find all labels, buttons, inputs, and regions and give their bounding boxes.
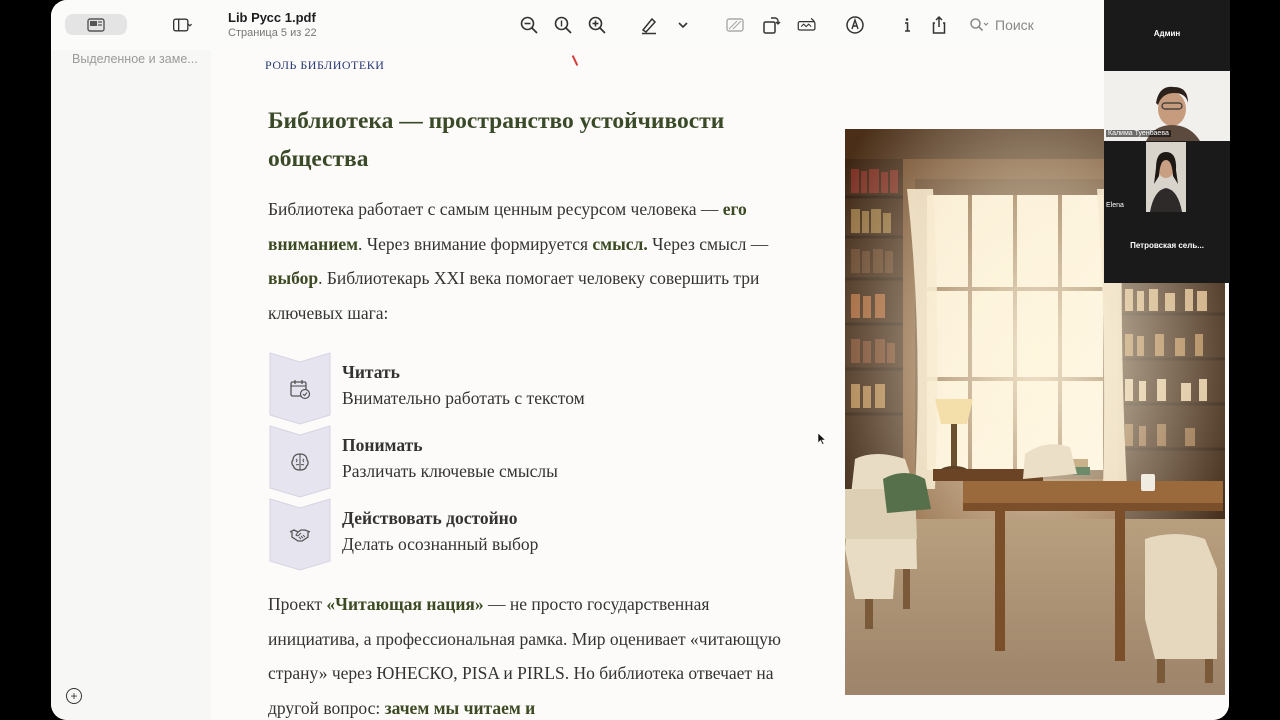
add-icon[interactable]: + bbox=[66, 688, 82, 704]
zoom-in-button[interactable] bbox=[581, 10, 613, 40]
step-title: Действовать достойно bbox=[342, 508, 518, 528]
rotate-icon bbox=[763, 17, 781, 34]
participant-admin[interactable]: Админ bbox=[1104, 0, 1230, 70]
step-title: Понимать bbox=[342, 435, 423, 455]
steps-list: Читать Внимательно работать с текстом По… bbox=[269, 352, 769, 571]
calendar-check-icon bbox=[290, 380, 311, 400]
section-label: РОЛЬ БИБЛИОТЕКИ bbox=[265, 58, 385, 72]
document-title: Lib Русс 1.pdf bbox=[228, 10, 316, 25]
bold-run: смысл. bbox=[592, 233, 648, 254]
page-heading: Библиотека — пространство устойчивости о… bbox=[268, 108, 725, 172]
bold-run: выбор bbox=[268, 268, 319, 288]
mouse-cursor-icon bbox=[818, 433, 826, 445]
sidebar-heading[interactable]: Выделенное и заме... bbox=[72, 52, 208, 66]
step-item: Читать Внимательно работать с текстом bbox=[269, 352, 769, 425]
magnifier-icon bbox=[554, 16, 572, 34]
paragraph-intro: Библиотека работает с самым ценным ресур… bbox=[268, 192, 788, 330]
share-icon bbox=[932, 15, 946, 34]
info-icon bbox=[905, 18, 910, 32]
search-placeholder: Поиск bbox=[995, 17, 1034, 33]
sidebar-thumbnail-icon bbox=[87, 17, 105, 32]
search-icon bbox=[970, 18, 989, 32]
page-indicator: Страница 5 из 22 bbox=[228, 27, 317, 39]
annotate-icon bbox=[846, 16, 864, 34]
highlight-button[interactable] bbox=[633, 10, 665, 40]
redact-button[interactable] bbox=[719, 10, 751, 40]
highlight-options-button[interactable] bbox=[667, 10, 699, 40]
markup-icon bbox=[797, 17, 816, 31]
step-description: Внимательно работать с текстом bbox=[342, 388, 585, 408]
highlighter-icon bbox=[641, 17, 657, 35]
paragraph-project: Проект «Читающая нация» — не просто госу… bbox=[268, 587, 788, 720]
zoom-out-button[interactable] bbox=[513, 10, 545, 40]
text-run: . Библиотекарь XXI века помогает человек… bbox=[268, 268, 760, 323]
annotation-mark bbox=[571, 55, 579, 66]
zoom-in-icon bbox=[588, 16, 606, 34]
step-description: Различать ключевые смыслы bbox=[342, 461, 558, 481]
actual-size-button[interactable] bbox=[547, 10, 579, 40]
pdf-page: РОЛЬ БИБЛИОТЕКИ Библиотека — пространств… bbox=[211, 50, 1229, 720]
step-description: Делать осознанный выбор bbox=[342, 534, 539, 554]
bold-run: зачем мы читаем и bbox=[384, 697, 536, 718]
zoom-out-icon bbox=[520, 16, 538, 34]
step-item: Действовать достойно Делать осознанный в… bbox=[269, 498, 769, 571]
share-button[interactable] bbox=[923, 10, 955, 40]
sidebar-view-button[interactable] bbox=[65, 14, 127, 35]
participant-tile-3[interactable]: Петровская сель... bbox=[1104, 213, 1230, 283]
text-run: Библиотека работает с самым ценным ресур… bbox=[268, 199, 723, 219]
brain-icon bbox=[291, 453, 309, 471]
rotate-button[interactable] bbox=[755, 10, 787, 40]
step-title: Читать bbox=[342, 362, 400, 382]
sidebar-icon bbox=[173, 18, 192, 32]
step-item: Понимать Различать ключевые смыслы bbox=[269, 425, 769, 498]
sidebar-toggle-button[interactable] bbox=[163, 10, 201, 40]
video-call-panel: Админ Калима Туенбаева Elena Петровская … bbox=[1104, 0, 1230, 283]
toolbar: Lib Русс 1.pdf Страница 5 из 22 Поиск bbox=[51, 0, 1229, 50]
participant-video-2 bbox=[1146, 142, 1186, 212]
text-run: Через смысл — bbox=[647, 233, 769, 254]
annotate-button[interactable] bbox=[839, 10, 871, 40]
bold-run: «Читающая нация» bbox=[326, 594, 484, 614]
participant-name-2: Elena bbox=[1106, 202, 1124, 209]
text-run: Проект bbox=[268, 594, 327, 614]
sidebar: Выделенное и заме... + bbox=[51, 50, 212, 720]
handshake-icon bbox=[289, 529, 311, 542]
info-button[interactable] bbox=[891, 10, 923, 40]
text-run: . Через внимание формируется bbox=[358, 233, 593, 254]
redact-icon bbox=[726, 18, 744, 32]
preview-window: Lib Русс 1.pdf Страница 5 из 22 Поиск Вы… bbox=[51, 0, 1229, 720]
participant-name-1: Калима Туенбаева bbox=[1106, 130, 1171, 137]
chevron-down-icon bbox=[678, 22, 688, 29]
markup-button[interactable] bbox=[791, 10, 823, 40]
